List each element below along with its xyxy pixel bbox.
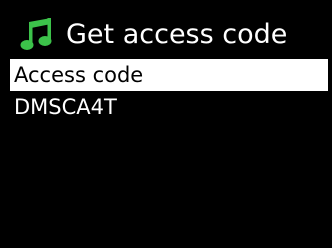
radio-display: Get access code Access code DMSCA4T [0, 0, 332, 248]
title-bar: Get access code [0, 14, 332, 58]
menu-item-access-code-value: DMSCA4T [14, 95, 117, 119]
screen-title: Get access code [66, 19, 288, 50]
menu-list: Access code DMSCA4T [10, 59, 328, 123]
music-note-icon [20, 18, 52, 52]
menu-item-access-code[interactable]: Access code [10, 59, 328, 91]
